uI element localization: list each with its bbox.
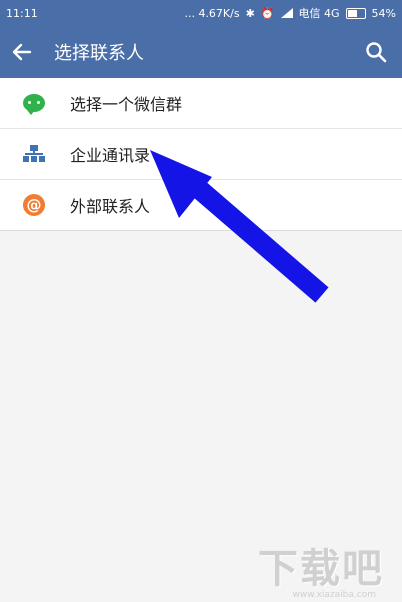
list-item-enterprise-directory[interactable]: 企业通讯录 — [0, 129, 402, 180]
status-time: 11:11 — [6, 6, 38, 20]
org-chart-icon — [22, 142, 46, 166]
app-bar: 选择联系人 — [0, 26, 402, 78]
battery-icon — [345, 7, 366, 19]
list-item-wechat-group[interactable]: 选择一个微信群 — [0, 78, 402, 129]
bluetooth-icon: ✱ — [245, 6, 255, 20]
arrow-left-icon — [12, 43, 32, 61]
back-button[interactable] — [0, 26, 44, 78]
network-speed: ... 4.67K/s — [184, 6, 240, 20]
search-button[interactable] — [358, 34, 394, 70]
list-item-label: 外部联系人 — [70, 197, 151, 216]
list-item-label: 企业通讯录 — [70, 146, 151, 165]
list-item-label: 选择一个微信群 — [70, 95, 183, 114]
watermark-url: www.xiazaiba.com — [292, 590, 376, 600]
carrier-label: 电信 4G — [298, 7, 340, 20]
watermark-logo: 下载吧 — [258, 546, 384, 592]
signal-icon — [280, 8, 293, 18]
wechat-group-icon — [22, 91, 46, 115]
search-icon — [366, 42, 387, 63]
page-title: 选择联系人 — [54, 43, 144, 64]
alarm-icon: ⏰ — [260, 6, 275, 20]
list-item-external-contacts[interactable]: @ 外部联系人 — [0, 180, 402, 231]
status-bar: 11:11 ... 4.67K/s ✱ ⏰ 电信 4G 54% — [0, 0, 402, 26]
battery-level: 54% — [371, 6, 396, 20]
at-icon: @ — [22, 193, 46, 217]
status-indicators: ... 4.67K/s ✱ ⏰ 电信 4G 54% — [184, 5, 396, 21]
contact-source-list: 选择一个微信群 企业通讯录 @ 外部联系人 — [0, 78, 402, 231]
